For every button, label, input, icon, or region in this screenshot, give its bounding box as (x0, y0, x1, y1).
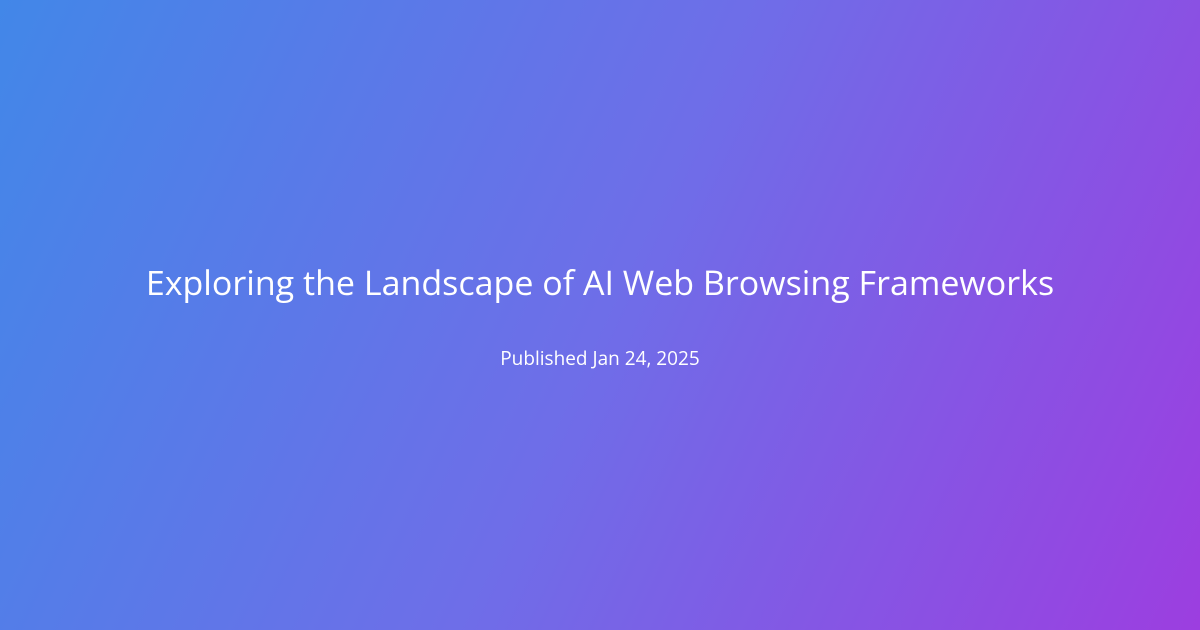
published-date: Published Jan 24, 2025 (500, 345, 700, 371)
page-title: Exploring the Landscape of AI Web Browsi… (146, 259, 1054, 305)
